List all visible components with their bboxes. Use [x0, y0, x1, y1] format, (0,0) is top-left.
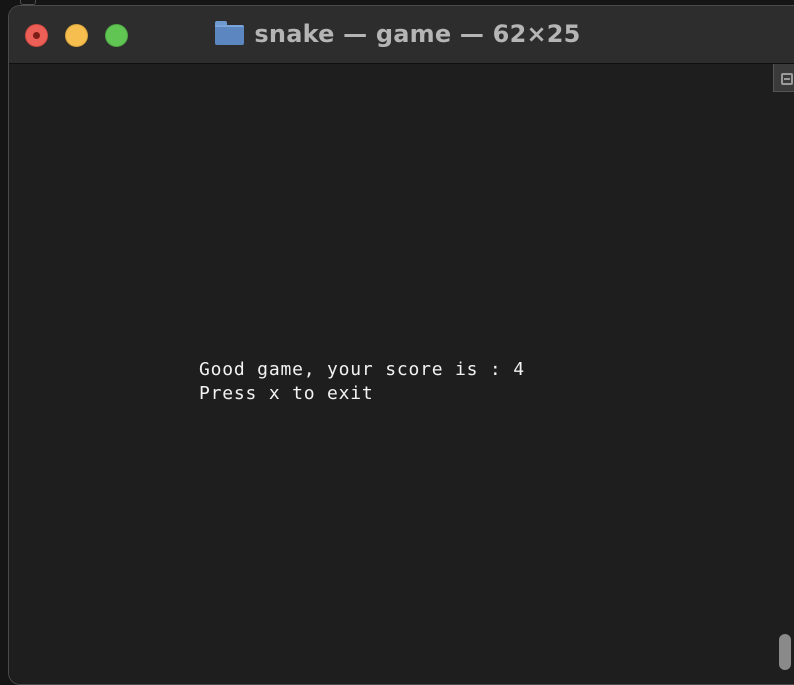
terminal-window: snake — game — 62×25 Good game, your sco… [8, 5, 794, 685]
split-pane-icon [781, 73, 793, 85]
window-title: snake — game — 62×25 [9, 20, 794, 48]
score-message: Good game, your score is : 4 [199, 359, 525, 380]
folder-icon [215, 21, 245, 45]
exit-instruction: Press x to exit [199, 383, 374, 404]
title-bar[interactable]: snake — game — 62×25 [9, 6, 794, 64]
split-pane-button[interactable] [773, 64, 794, 92]
scrollbar-thumb[interactable] [779, 634, 791, 670]
terminal-output[interactable]: Good game, your score is : 4 Press x to … [9, 64, 794, 684]
window-title-text: snake — game — 62×25 [254, 20, 581, 48]
